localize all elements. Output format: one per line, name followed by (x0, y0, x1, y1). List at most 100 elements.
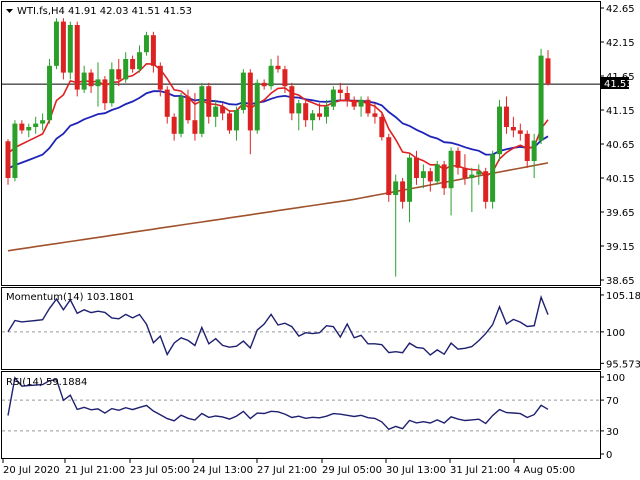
candle (393, 174, 399, 277)
rsi-y-tick-label: 0 (606, 450, 612, 461)
candle (344, 86, 350, 107)
candle (60, 18, 66, 80)
candle-body (490, 154, 496, 202)
candle-body (344, 93, 350, 100)
candle-body (157, 65, 163, 90)
candle (26, 123, 32, 138)
candle (483, 167, 489, 209)
candle (490, 150, 496, 209)
candle (510, 116, 516, 138)
candle-body (254, 82, 260, 131)
candle (240, 69, 246, 114)
candle-body (67, 25, 73, 73)
x-tick-label: 29 Jul 05:00 (322, 465, 382, 476)
candle-body (510, 127, 516, 131)
candle-body (33, 123, 39, 127)
x-tick-label: 24 Jul 13:00 (193, 465, 253, 476)
rsi-title: RSI(14) 59.1884 (6, 377, 87, 388)
ema-mid-line (7, 90, 549, 170)
price-y-tick-label: 41.15 (606, 106, 635, 117)
candle (469, 167, 475, 212)
candle-body (220, 106, 226, 114)
candle (164, 86, 170, 124)
candle-body (185, 96, 191, 121)
candle (517, 123, 523, 141)
candle (47, 59, 53, 124)
candle (420, 164, 426, 189)
candle (289, 82, 295, 121)
candle-body (476, 171, 482, 175)
candle (40, 113, 46, 131)
price-y-tick-label: 38.65 (606, 276, 635, 287)
candle-body (330, 89, 336, 107)
candle-body (337, 89, 343, 93)
candle-body (434, 164, 440, 182)
candle-body (137, 52, 143, 70)
candle (109, 62, 115, 107)
candle (261, 79, 267, 90)
rsi-line (7, 376, 549, 431)
candle-body (531, 140, 537, 161)
candle (545, 50, 551, 86)
candle-body (483, 171, 489, 202)
candle-body (60, 21, 66, 73)
candle-body (53, 21, 59, 66)
current-price-label: 41.53 (604, 79, 633, 90)
price-title: WTI.fs,H4 41.91 42.03 41.51 41.53 (6, 6, 192, 17)
candle-body (261, 82, 267, 87)
x-tick-label: 31 Jul 21:00 (450, 465, 510, 476)
candle (95, 62, 101, 107)
candle (178, 93, 184, 138)
momentum-line (7, 294, 549, 357)
candle-body (538, 55, 544, 141)
candle-body (323, 106, 329, 117)
price-y-tick-label: 40.65 (606, 140, 635, 151)
candle (330, 86, 336, 110)
candle-body (240, 72, 246, 110)
price-panel-frame (1, 1, 601, 286)
candle-body (420, 171, 426, 178)
candle (227, 110, 233, 134)
candle-body (441, 164, 447, 189)
candle (268, 59, 274, 90)
candle-body (178, 96, 184, 134)
momentum-y-tick-label: 100 (606, 328, 625, 339)
candle-body (455, 150, 461, 168)
candle (102, 76, 108, 110)
candle-body (268, 65, 274, 87)
candle (310, 110, 316, 131)
candle (497, 99, 503, 161)
candle (5, 139, 11, 185)
collapse-triangle-icon[interactable] (6, 9, 13, 13)
candle (67, 21, 73, 80)
candle (407, 154, 413, 223)
candle-body (379, 116, 385, 138)
momentum-y-tick-label: 105.1857 (606, 291, 640, 302)
candle-body (143, 35, 149, 53)
rsi-y-tick-label: 100 (606, 373, 625, 384)
candle (434, 161, 440, 185)
candle-body (448, 150, 454, 189)
candle (476, 164, 482, 185)
candle (365, 96, 371, 117)
axis-layer: 42.6542.1541.6541.1540.6540.1539.6539.15… (2, 4, 640, 476)
symbol-title: WTI.fs,H4 (17, 6, 65, 17)
candle-body (19, 123, 25, 131)
candle-body (102, 79, 108, 104)
candle-body (81, 72, 87, 90)
candle-body (88, 72, 94, 87)
candle (88, 69, 94, 93)
candle-body (130, 59, 136, 70)
current-price-tag: 41.53 (601, 77, 633, 90)
candle (462, 154, 468, 185)
candle-body (317, 113, 323, 117)
candle-body (358, 99, 364, 107)
candle-body (95, 79, 101, 87)
candle (538, 48, 544, 144)
candle (137, 45, 143, 73)
momentum-series-layer (2, 294, 600, 357)
candle-body (310, 113, 316, 121)
candle-body (503, 106, 509, 127)
candle (247, 69, 253, 155)
candle (441, 161, 447, 195)
